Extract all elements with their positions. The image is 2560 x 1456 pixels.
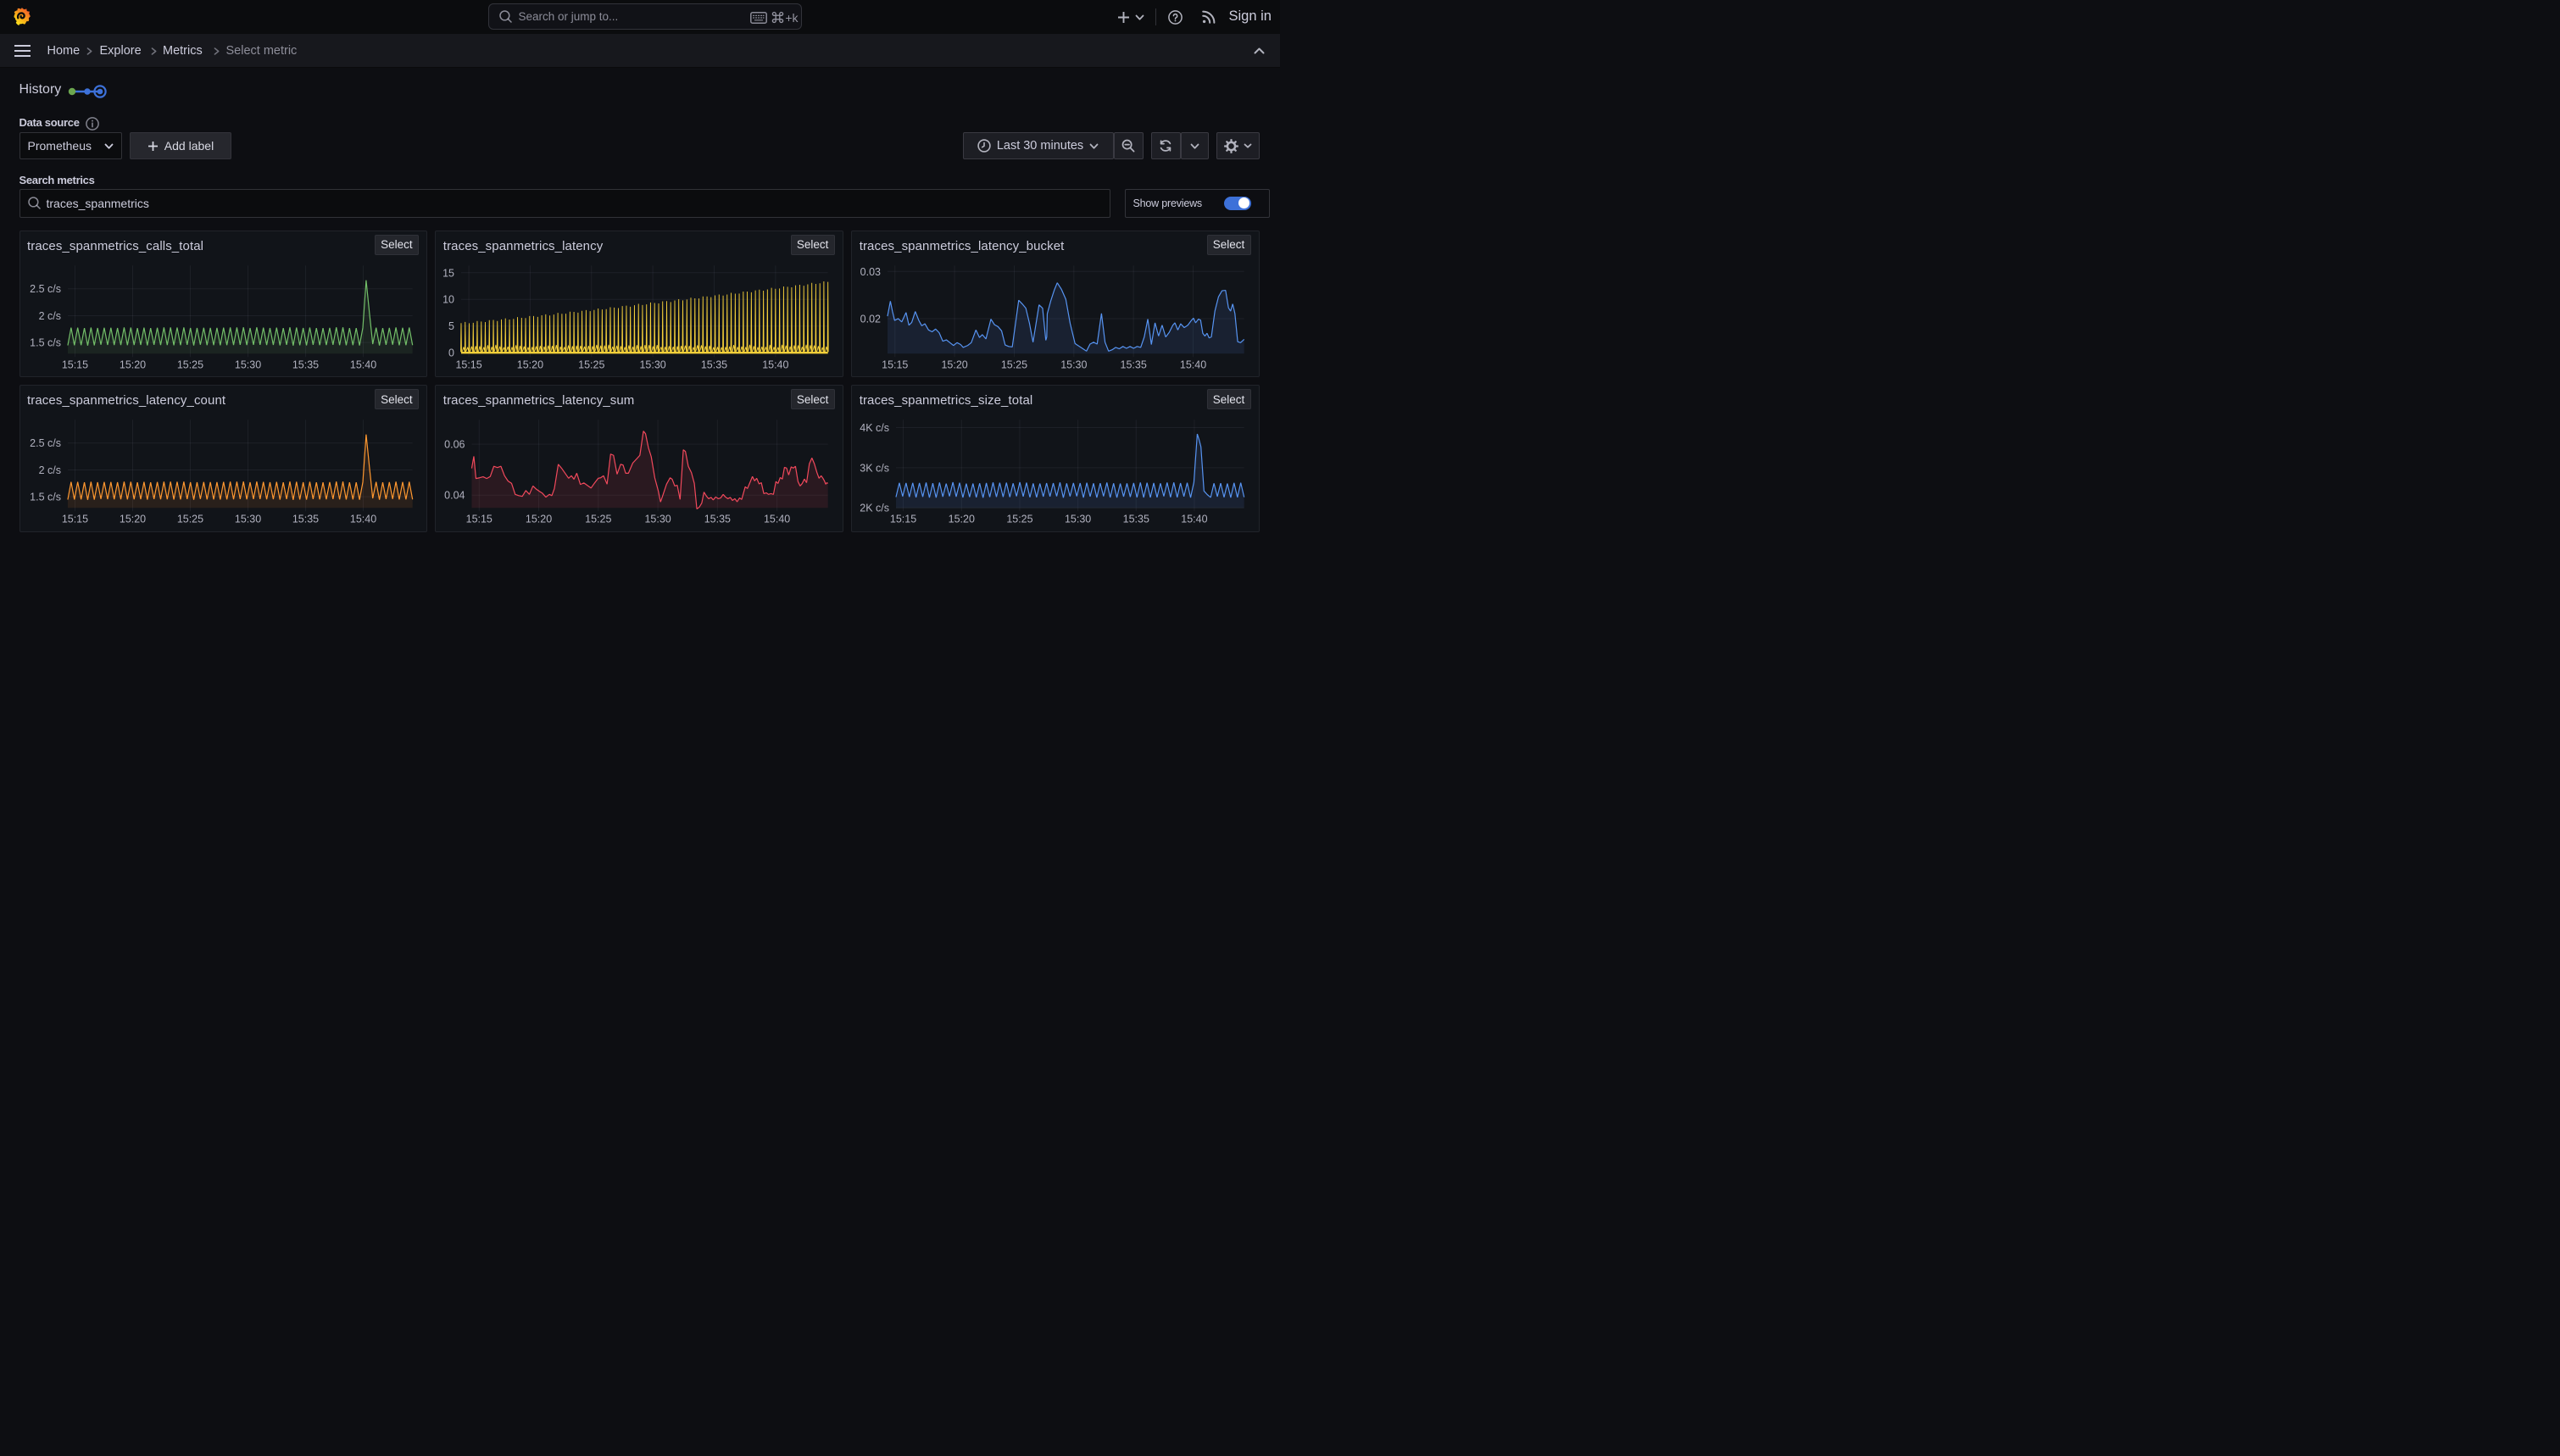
svg-text:10: 10 bbox=[442, 293, 454, 305]
svg-text:15:40: 15:40 bbox=[762, 358, 788, 370]
svg-text:15:20: 15:20 bbox=[119, 514, 145, 525]
svg-text:0.04: 0.04 bbox=[444, 490, 465, 502]
svg-text:2K c/s: 2K c/s bbox=[860, 503, 889, 514]
svg-text:0.03: 0.03 bbox=[860, 265, 881, 277]
svg-text:2.5 c/s: 2.5 c/s bbox=[30, 283, 61, 295]
svg-text:15:35: 15:35 bbox=[704, 514, 731, 525]
svg-text:15:30: 15:30 bbox=[1060, 358, 1087, 370]
svg-text:15:30: 15:30 bbox=[645, 514, 671, 525]
svg-text:15:15: 15:15 bbox=[456, 358, 482, 370]
svg-text:15:25: 15:25 bbox=[1007, 514, 1033, 525]
svg-text:15:25: 15:25 bbox=[176, 514, 203, 525]
svg-text:15:35: 15:35 bbox=[292, 358, 318, 370]
svg-text:15:20: 15:20 bbox=[949, 514, 975, 525]
svg-text:2 c/s: 2 c/s bbox=[38, 309, 60, 321]
svg-text:4K c/s: 4K c/s bbox=[860, 422, 889, 434]
svg-text:15:25: 15:25 bbox=[1001, 358, 1027, 370]
svg-text:15:30: 15:30 bbox=[1065, 514, 1091, 525]
svg-text:15:35: 15:35 bbox=[1121, 358, 1147, 370]
svg-text:15:30: 15:30 bbox=[234, 358, 260, 370]
svg-text:15:40: 15:40 bbox=[349, 514, 376, 525]
svg-text:15:25: 15:25 bbox=[578, 358, 604, 370]
svg-text:1.5 c/s: 1.5 c/s bbox=[30, 492, 61, 503]
svg-text:15:25: 15:25 bbox=[176, 358, 203, 370]
svg-text:15:20: 15:20 bbox=[526, 514, 552, 525]
svg-text:0.06: 0.06 bbox=[444, 439, 465, 451]
svg-text:0.02: 0.02 bbox=[860, 313, 881, 325]
svg-text:15:15: 15:15 bbox=[61, 514, 87, 525]
svg-text:15:40: 15:40 bbox=[764, 514, 790, 525]
svg-text:1.5 c/s: 1.5 c/s bbox=[30, 336, 61, 348]
svg-text:3K c/s: 3K c/s bbox=[860, 462, 889, 474]
svg-text:15: 15 bbox=[442, 267, 454, 279]
svg-text:5: 5 bbox=[448, 320, 454, 332]
svg-text:15:35: 15:35 bbox=[1123, 514, 1149, 525]
svg-text:15:15: 15:15 bbox=[890, 514, 916, 525]
svg-text:15:15: 15:15 bbox=[466, 514, 493, 525]
svg-text:15:15: 15:15 bbox=[882, 358, 908, 370]
svg-text:15:40: 15:40 bbox=[349, 358, 376, 370]
svg-text:2.5 c/s: 2.5 c/s bbox=[30, 437, 61, 449]
svg-text:0: 0 bbox=[448, 347, 454, 358]
svg-text:15:15: 15:15 bbox=[61, 358, 87, 370]
svg-text:15:20: 15:20 bbox=[517, 358, 543, 370]
svg-text:15:40: 15:40 bbox=[1180, 358, 1206, 370]
svg-text:15:30: 15:30 bbox=[640, 358, 666, 370]
svg-text:2 c/s: 2 c/s bbox=[38, 464, 60, 476]
svg-text:15:20: 15:20 bbox=[119, 358, 145, 370]
svg-text:15:25: 15:25 bbox=[585, 514, 611, 525]
svg-text:15:30: 15:30 bbox=[234, 514, 260, 525]
svg-text:15:20: 15:20 bbox=[942, 358, 968, 370]
svg-text:15:35: 15:35 bbox=[701, 358, 727, 370]
svg-text:15:35: 15:35 bbox=[292, 514, 318, 525]
svg-text:15:40: 15:40 bbox=[1181, 514, 1207, 525]
